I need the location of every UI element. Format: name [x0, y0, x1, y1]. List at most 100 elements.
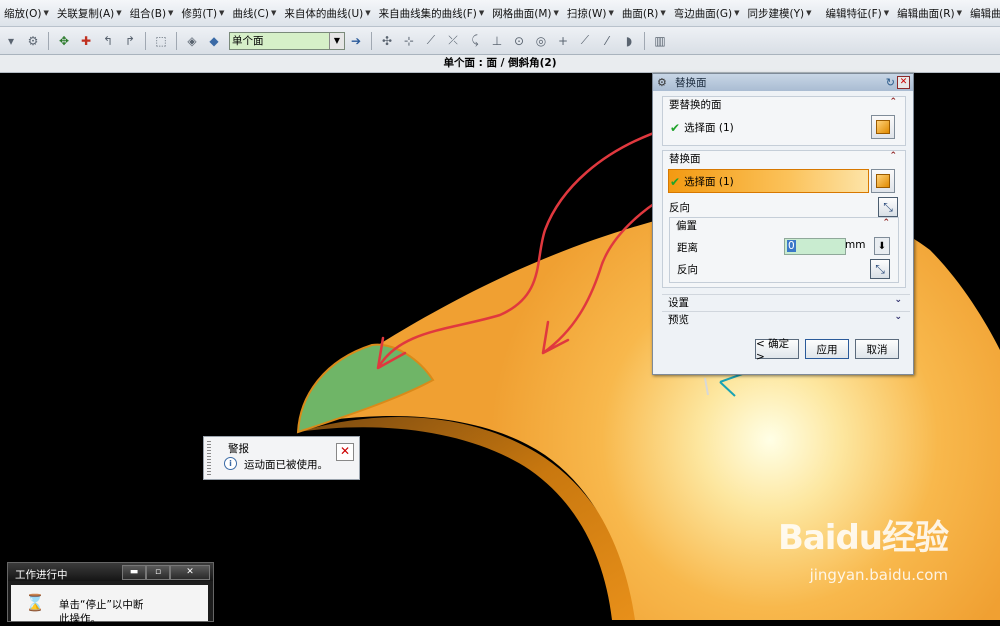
menu-trim[interactable]: 修剪(T) ▼ [177, 6, 228, 21]
menu-combine[interactable]: 组合(B) ▼ [126, 6, 178, 21]
solid-body-icon[interactable]: ◆ [205, 32, 223, 50]
menu-sweep[interactable]: 扫掠(W) ▼ [563, 6, 618, 21]
select-face-button[interactable] [871, 115, 895, 139]
snap-face-icon[interactable]: ◗ [620, 32, 638, 50]
group-label: 偏置 [676, 220, 697, 232]
replacement-select-face-label-row[interactable]: ✔ 选择面 (1) [670, 174, 734, 189]
menu-label: 曲面(R) [621, 7, 659, 20]
menu-label: 扫掠(W) [566, 7, 607, 20]
face-filter-select[interactable]: 单个面 ▼ [229, 31, 345, 50]
grid-icon[interactable]: ▥ [651, 32, 669, 50]
reverse-row: 反向 [669, 200, 690, 215]
snap-line-icon[interactable]: ⟋ [422, 32, 440, 50]
close-icon[interactable]: ✕ [897, 76, 910, 89]
minimize-icon[interactable]: ▬ [122, 565, 146, 580]
snap-center-icon[interactable]: ⊙ [510, 32, 528, 50]
close-icon[interactable]: ✕ [170, 565, 210, 580]
snap-tangent-icon[interactable]: ⤹ [466, 32, 484, 50]
menu-edit-curve[interactable]: 编辑曲线(V)▼ [966, 6, 1000, 21]
snap-endpoint-icon[interactable]: ✣ [378, 32, 396, 50]
chevron-down-icon: ▼ [553, 9, 559, 17]
menu-curve[interactable]: 曲线(C) ▼ [228, 6, 280, 21]
snap-quadrant-icon[interactable]: ◎ [532, 32, 550, 50]
ok-button[interactable]: < 确定 > [755, 338, 799, 363]
snap-point-icon[interactable]: + [554, 32, 572, 50]
menu-label: 网格曲面(M) [492, 7, 552, 20]
menu-label: 修剪(T) [181, 7, 218, 20]
chevron-down-icon: ▼ [956, 9, 963, 17]
menu-mesh-surface[interactable]: 网格曲面(M) ▼ [488, 6, 563, 21]
face-icon[interactable]: ◈ [183, 32, 201, 50]
select-face-row[interactable]: ✔ 选择面 (1) [670, 120, 734, 135]
select-face-label: 选择面 (1) [684, 122, 734, 134]
work-in-progress-window: 工作进行中 ▬ ▫ ✕ ⌛ 单击“停止”以中断 此操作。 [7, 562, 214, 625]
arrow-down-icon: ⬇ [877, 240, 887, 252]
snap-curve-icon[interactable]: ⁄ [598, 32, 616, 50]
chevron-down-icon[interactable]: ▼ [329, 32, 344, 49]
menu-edit-surface[interactable]: 编辑曲面(R) ▼ [893, 6, 966, 21]
offset-reverse-button[interactable]: ⤡ [870, 259, 890, 279]
distance-value: 0 [787, 240, 796, 252]
menu-synchronous-modeling[interactable]: 同步建模(Y) ▼ [744, 6, 816, 21]
distance-input[interactable]: 0 [784, 238, 846, 255]
menu-flange-surface[interactable]: 弯边曲面(G) ▼ [670, 6, 744, 21]
chevron-down-icon: ▼ [883, 9, 890, 17]
preview-section[interactable]: 预览 ⌄ [662, 311, 910, 326]
select-filter-icon[interactable]: ✥ [55, 32, 73, 50]
snap-icon[interactable]: ⚙ [24, 32, 42, 50]
preview-label: 预览 [668, 313, 689, 326]
drag-grip-icon[interactable] [207, 441, 211, 475]
baidu-watermark: Baidu经验 jingyan.baidu.com [778, 510, 949, 584]
menu-edit-feature[interactable]: 编辑特征(F) ▼ [822, 6, 894, 21]
cursor-select-icon[interactable]: ↰ [99, 32, 117, 50]
chevron-down-icon: ▼ [734, 9, 740, 17]
snap-pole-icon[interactable]: ⟋ [576, 32, 594, 50]
snap-perpendicular-icon[interactable]: ⊥ [488, 32, 506, 50]
alert-message: 运动面已被使用。 [244, 459, 328, 471]
cancel-button[interactable]: 取消 [855, 339, 899, 359]
chevron-down-icon: ▼ [806, 9, 812, 17]
menu-curve-from-curves[interactable]: 来自曲线集的曲线(F) ▼ [375, 6, 489, 21]
box-select-icon[interactable]: ⬚ [152, 32, 170, 50]
chevron-down-icon: ▼ [660, 9, 666, 17]
chevron-down-icon: ▼ [270, 9, 277, 17]
chevron-up-icon[interactable]: ⌃ [889, 97, 897, 107]
close-icon[interactable]: ✕ [336, 443, 354, 461]
menu-label: 来自曲线集的曲线(F) [378, 7, 477, 20]
distance-options-button[interactable]: ⬇ [874, 237, 890, 255]
snap-intersect-icon[interactable]: ⤫ [444, 32, 462, 50]
apply-button[interactable]: 应用 [805, 339, 849, 359]
restore-icon[interactable]: ▫ [146, 565, 170, 580]
replacement-select-face-button[interactable] [871, 169, 895, 193]
chevron-down-icon[interactable]: ⌄ [894, 295, 902, 305]
chevron-up-icon[interactable]: ⌃ [882, 218, 890, 228]
chevron-up-icon[interactable]: ⌃ [889, 151, 897, 161]
replacement-face-header[interactable]: 替换面 ⌃ [663, 151, 905, 166]
reset-icon[interactable]: ↻ [886, 76, 895, 89]
distance-label: 距离 [677, 242, 698, 254]
menu-label: 缩放(O) [4, 7, 42, 20]
menu-label: 来自体的曲线(U) [284, 7, 364, 20]
toolbar-separator [48, 31, 49, 50]
select-face-label: 选择面 (1) [684, 176, 734, 188]
add-select-icon[interactable]: ✚ [77, 32, 95, 50]
chevron-down-icon[interactable]: ⌄ [894, 312, 902, 322]
dialog-titlebar[interactable]: ⚙ 替换面 ↻ ✕ [653, 74, 913, 91]
reverse-direction-button[interactable]: ⤡ [878, 197, 898, 217]
menu-curve-from-body[interactable]: 来自体的曲线(U) ▼ [280, 6, 374, 21]
chevron-down-icon: ▼ [608, 9, 614, 17]
chevron-down-icon: ▼ [168, 9, 174, 17]
menu-bar: 缩放(O) ▼ 关联复制(A) ▼ 组合(B) ▼ 修剪(T) ▼ 曲线(C) ▼ 来自体… [0, 0, 1000, 27]
face-to-replace-header[interactable]: 要替换的面 ⌃ [663, 97, 905, 112]
menu-zoom[interactable]: 缩放(O) ▼ [0, 6, 53, 21]
offset-header[interactable]: 偏置 ⌃ [670, 218, 898, 233]
arrow-right-icon[interactable]: ➔ [347, 32, 365, 50]
dropdown-icon[interactable]: ▾ [2, 32, 20, 50]
settings-section[interactable]: 设置 ⌄ [662, 294, 910, 309]
snap-midpoint-icon[interactable]: ⊹ [400, 32, 418, 50]
menu-surface[interactable]: 曲面(R) ▼ [618, 6, 670, 21]
cursor-move-icon[interactable]: ↱ [121, 32, 139, 50]
menu-associative-copy[interactable]: 关联复制(A) ▼ [53, 6, 126, 21]
work-body: ⌛ 单击“停止”以中断 此操作。 [11, 585, 208, 625]
group-label: 替换面 [669, 153, 701, 165]
